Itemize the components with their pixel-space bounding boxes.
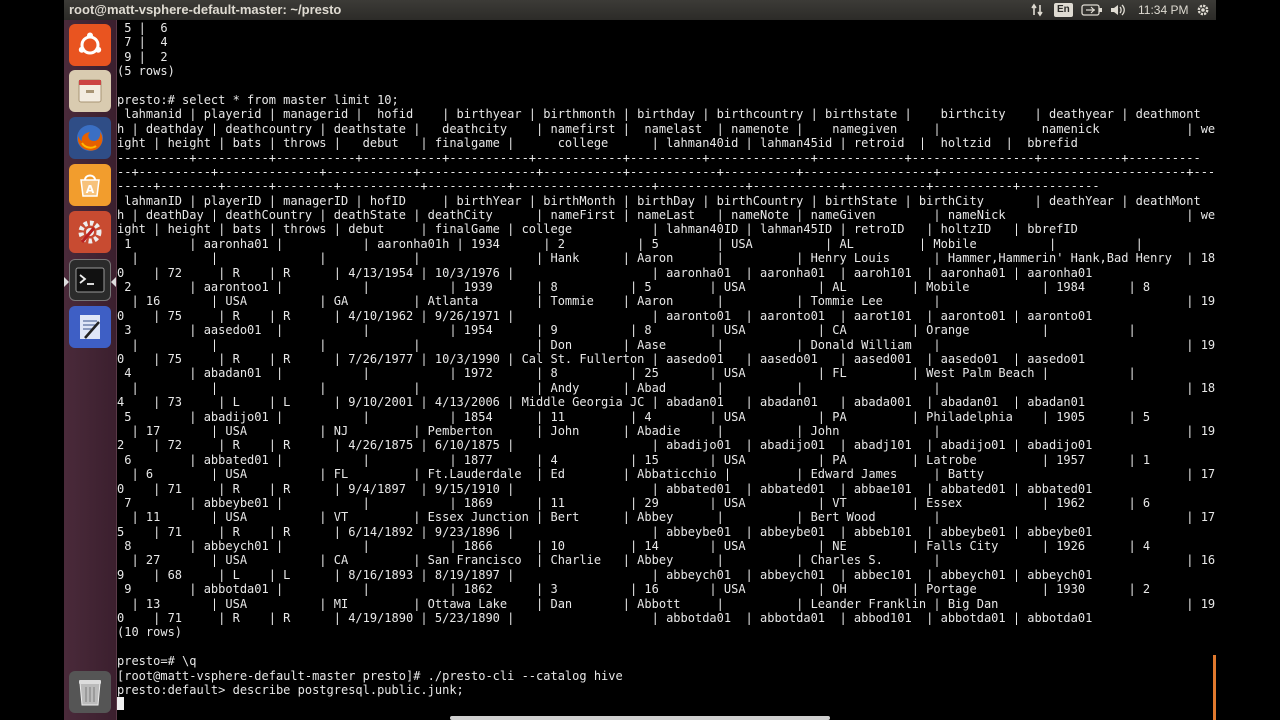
launcher: A: [64, 20, 117, 720]
terminal-line: presto:# select * from master limit 10;: [117, 92, 399, 107]
terminal-line: 0 | 75 | R | R | 7/26/1977 | 10/3/1990 |…: [117, 351, 1086, 366]
text-editor-icon: [75, 312, 105, 342]
gear-icon[interactable]: [1196, 0, 1210, 20]
terminal-line: (5 rows): [117, 64, 175, 79]
launcher-focus-indicator: [111, 277, 116, 287]
terminal-line: 7 | abbeybe01 | | | 1869 | 11 | 29 | USA…: [117, 495, 1151, 510]
terminal-window[interactable]: 5 | 6 7 | 4 9 | 2 (5 rows) presto:# select…: [117, 20, 1216, 720]
network-arrows-icon[interactable]: [1030, 0, 1044, 20]
top-panel: root@matt-vsphere-default-master: ~/pres…: [64, 0, 1216, 20]
terminal-line: 0 | 72 | R | R | 4/13/1954 | 10/3/1976 |…: [117, 265, 1093, 280]
terminal-line: lahmanid | playerid | managerid | hofid …: [117, 107, 1201, 122]
terminal-output: 5 | 6 7 | 4 9 | 2 (5 rows) presto:# select…: [117, 21, 1215, 697]
clock[interactable]: 11:34 PM: [1138, 0, 1188, 20]
terminal-line: presto:default> describe postgresql.publ…: [117, 682, 464, 697]
terminal-line: | 6 | USA | FL | Ft.Lauderdale | Ed | Ab…: [117, 467, 1216, 482]
keyboard-layout-label: En: [1054, 3, 1073, 17]
terminal-line: lahmanID | playerID | managerID | hofID …: [117, 193, 1201, 208]
left-letterbox: [0, 0, 64, 720]
software-center-icon: A: [75, 170, 105, 200]
terminal-line: 4 | abadan01 | | | 1972 | 8 | 25 | USA |…: [117, 366, 1136, 381]
terminal-line: [root@matt-vsphere-default-master presto…: [117, 668, 623, 683]
terminal-line: 7 | 4: [117, 35, 168, 50]
launcher-item-system-settings[interactable]: [69, 211, 111, 253]
terminal-line: ----------+----------+-----------+------…: [117, 150, 1201, 165]
terminal-line: 4 | 73 | L | L | 9/10/2001 | 4/13/2006 |…: [117, 395, 1086, 410]
terminal-line: | 16 | USA | GA | Atlanta | Tommie | Aar…: [117, 294, 1216, 309]
terminal-line: 8 | abbeych01 | | | 1866 | 10 | 14 | USA…: [117, 539, 1151, 554]
terminal-line: 6 | abbated01 | | | 1877 | 4 | 15 | USA …: [117, 452, 1151, 467]
terminal-line: 5 | abadijo01 | | | 1854 | 11 | 4 | USA …: [117, 409, 1151, 424]
terminal-line: ight | height | bats | throws | debut | …: [117, 136, 1078, 151]
terminal-line: | | | | | Hank | Aaron | | Henry Louis |…: [117, 251, 1216, 266]
firefox-icon: [73, 121, 107, 155]
text-cursor: [117, 697, 124, 710]
terminal-line: 5 | 71 | R | R | 6/14/1892 | 9/23/1896 |…: [117, 524, 1093, 539]
ubuntu-logo-icon: [75, 30, 105, 60]
terminal-line: 9 | 2: [117, 49, 168, 64]
terminal-line: 0 | 71 | R | R | 4/19/1890 | 5/23/1890 |…: [117, 611, 1093, 626]
scrollbar[interactable]: [1213, 655, 1216, 720]
trash-icon: [76, 677, 104, 707]
terminal-line: | 27 | USA | CA | San Francisco | Charli…: [117, 553, 1216, 568]
launcher-item-terminal[interactable]: [69, 259, 111, 301]
terminal-line: | 13 | USA | MI | Ottawa Lake | Dan | Ab…: [117, 596, 1216, 611]
launcher-item-files[interactable]: [69, 70, 111, 112]
launcher-item-text-editor[interactable]: [69, 306, 111, 348]
launcher-item-firefox[interactable]: [69, 117, 111, 159]
terminal-line: 0 | 71 | R | R | 9/4/1897 | 9/15/1910 | …: [117, 481, 1093, 496]
keyboard-layout-icon[interactable]: En: [1054, 0, 1073, 20]
terminal-line: | 11 | USA | VT | Essex Junction | Bert …: [117, 510, 1216, 525]
launcher-item-trash[interactable]: [69, 671, 111, 713]
terminal-line: | | | | | Andy | Abad | | | | 18: [117, 380, 1216, 395]
launcher-active-indicator: [64, 277, 69, 287]
settings-icon: [74, 216, 106, 248]
volume-icon[interactable]: [1110, 0, 1126, 20]
terminal-line: 3 | aasedo01 | | | 1954 | 9 | 8 | USA | …: [117, 323, 1136, 338]
terminal-line: 0 | 75 | R | R | 4/10/1962 | 9/26/1971 |…: [117, 308, 1093, 323]
terminal-line: 2 | aarontoo1 | | | 1939 | 8 | 5 | USA |…: [117, 280, 1151, 295]
terminal-line: | 17 | USA | NJ | Pemberton | John | Aba…: [117, 423, 1216, 438]
terminal-line: --+----------+--------------+-----------…: [117, 164, 1216, 179]
terminal-line: presto=# \q: [117, 654, 197, 669]
terminal-line: ight | height | bats | throws | debut | …: [117, 222, 1078, 237]
terminal-line: 1 | aaronha01 | | aaronha01h | 1934 | 2 …: [117, 236, 1143, 251]
terminal-line: 5 | 6: [117, 21, 168, 35]
right-letterbox: [1216, 0, 1280, 720]
terminal-line: h | deathday | deathcountry | deathstate…: [117, 121, 1216, 136]
svg-text:A: A: [86, 183, 95, 196]
terminal-line: 2 | 72 | R | R | 4/26/1875 | 6/10/1875 |…: [117, 438, 1093, 453]
terminal-icon: [75, 267, 105, 293]
terminal-line: 9 | abbotda01 | | | 1862 | 3 | 16 | USA …: [117, 582, 1151, 597]
window-title: root@matt-vsphere-default-master: ~/pres…: [69, 2, 342, 17]
terminal-line: | | | | | Don | Aase | | Donald William …: [117, 337, 1216, 352]
launcher-item-software-center[interactable]: A: [69, 164, 111, 206]
terminal-line: h | deathDay | deathCountry | deathState…: [117, 208, 1216, 223]
file-cabinet-icon: [75, 76, 105, 106]
battery-icon[interactable]: [1081, 0, 1103, 20]
terminal-line: -----+--------+------+--------+---------…: [117, 179, 1100, 194]
terminal-line: (10 rows): [117, 625, 183, 640]
launcher-item-ubuntu-dash[interactable]: [69, 24, 111, 66]
terminal-line: 9 | 68 | L | L | 8/16/1893 | 8/19/1897 |…: [117, 567, 1093, 582]
video-progress-bar: [450, 716, 830, 720]
